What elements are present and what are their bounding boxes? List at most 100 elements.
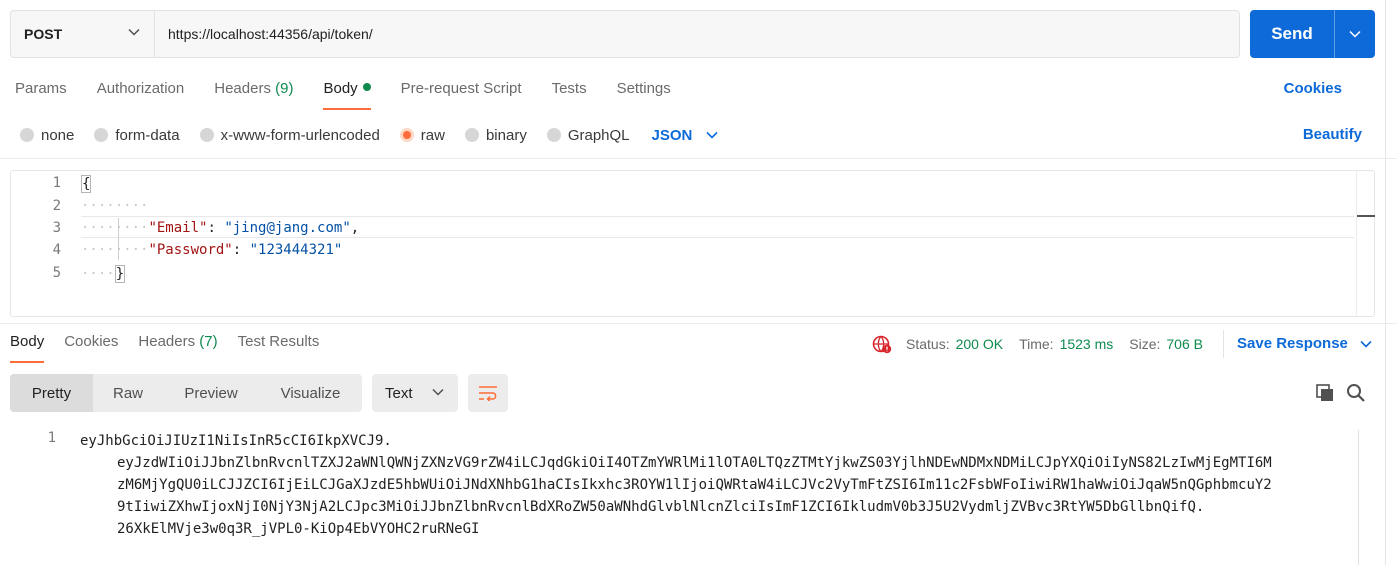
send-label: Send (1271, 24, 1313, 43)
tab-params-label: Params (15, 80, 67, 97)
code-line-4: ········"Password": "123444321" (81, 242, 343, 258)
chevron-down-icon (128, 28, 140, 36)
beautify-button[interactable]: Beautify (1303, 126, 1362, 143)
copy-icon[interactable] (1315, 383, 1335, 403)
cookies-link[interactable]: Cookies (1284, 80, 1342, 97)
tab-authorization[interactable]: Authorization (97, 76, 185, 110)
tab-params[interactable]: Params (15, 76, 67, 110)
tab-response-headers-label: Headers (138, 333, 196, 350)
line-number: 1 (52, 175, 61, 191)
response-view-toggle: Pretty Raw Preview Visualize (10, 374, 362, 412)
chevron-down-icon (706, 131, 718, 139)
chevron-down-icon (1349, 30, 1361, 38)
radio-binary-label: binary (485, 126, 527, 144)
tab-headers[interactable]: Headers (9) (214, 76, 293, 110)
response-line-4: 26XkElMVje3w0q3R_jVPL0-KiOp4EbVYOHC2ruRN… (117, 521, 480, 537)
body-type-options: none form-data x-www-form-urlencoded raw… (20, 124, 718, 146)
radio-graphql[interactable]: GraphQL (546, 127, 630, 144)
view-preview-button[interactable]: Preview (163, 374, 259, 412)
format-select-label: JSON (651, 126, 693, 144)
tab-tests[interactable]: Tests (552, 76, 587, 110)
line-number: 5 (52, 265, 61, 281)
wrap-lines-icon (479, 386, 497, 401)
response-format-select[interactable]: Text (372, 374, 458, 412)
request-url-bar: POST https://localhost:44356/api/token/ (10, 10, 1240, 58)
time-value: 1523 ms (1059, 336, 1114, 352)
code-line-2: ········ (81, 198, 149, 214)
method-label: POST (24, 26, 63, 42)
tab-response-headers[interactable]: Headers (7) (138, 333, 217, 363)
body-indicator-dot (362, 83, 371, 91)
tab-response-body[interactable]: Body (10, 333, 45, 363)
status-value: 200 OK (955, 336, 1004, 352)
open-brace: { (81, 175, 92, 193)
format-select[interactable]: JSON (652, 127, 719, 144)
radio-raw[interactable]: raw (399, 126, 445, 144)
response-line-2: zM6MjYgQU0iLCJJZCI6IjEiLCJGaXJzdE5hbWUiO… (117, 477, 1272, 493)
status-separator (1223, 330, 1224, 358)
method-select[interactable]: POST (11, 11, 155, 57)
radio-circle-selected (399, 128, 414, 142)
radio-urlencoded-label: x-www-form-urlencoded (220, 126, 380, 144)
view-visualize-button[interactable]: Visualize (259, 374, 362, 412)
radio-urlencoded[interactable]: x-www-form-urlencoded (199, 126, 380, 144)
response-format-label: Text (385, 384, 413, 402)
password-value: "123444321" (249, 242, 343, 258)
tab-headers-label: Headers (214, 80, 271, 97)
response-line-3: 9tIiwiZXhwIjoxNjI0NjY3NjA2LCJpc3MiOiJJbn… (117, 499, 1205, 515)
tab-response-cookies[interactable]: Cookies (64, 333, 118, 363)
wrap-lines-button[interactable] (468, 374, 508, 412)
size-label: Size: (1129, 336, 1161, 352)
tab-prerequest-script[interactable]: Pre-request Script (401, 76, 522, 110)
response-line-0: eyJhbGciOiJIUzI1NiIsInR5cCI6IkpXVCJ9. (80, 433, 392, 449)
tab-test-results[interactable]: Test Results (238, 333, 320, 363)
radio-form-data-label: form-data (115, 126, 180, 144)
radio-circle (199, 128, 214, 142)
radio-form-data[interactable]: form-data (94, 126, 180, 144)
response-status: Status: 200 OK Time: 1523 ms Size: 706 B (872, 333, 1219, 355)
search-icon[interactable] (1346, 383, 1366, 403)
tab-body-label: Body (323, 80, 358, 97)
close-brace: } (114, 265, 126, 283)
view-pretty-button[interactable]: Pretty (10, 374, 93, 412)
radio-raw-label: raw (420, 126, 445, 144)
send-options-button[interactable] (1334, 10, 1375, 58)
line-number: 3 (52, 220, 61, 236)
radio-circle (464, 128, 479, 142)
url-input[interactable]: https://localhost:44356/api/token/ (155, 11, 373, 57)
code-line-3: ········"Email": "jing@jang.com", (81, 220, 360, 236)
request-body-editor[interactable]: 1 2 3 4 5 { ········ ········"Email": "j… (10, 170, 1375, 317)
save-response-button[interactable]: Save Response (1237, 335, 1372, 352)
response-line-number: 1 (47, 430, 56, 446)
globe-warning-icon[interactable] (872, 334, 892, 354)
line-number: 4 (52, 242, 61, 258)
headers-count: (9) (275, 80, 294, 97)
tab-prerequest-label: Pre-request Script (400, 80, 522, 97)
line-number: 2 (52, 198, 61, 214)
tab-tests-label: Tests (551, 80, 587, 97)
radio-circle (546, 128, 561, 142)
code-line-5: ····} (81, 265, 126, 283)
password-key: "Password" (148, 242, 233, 258)
radio-none[interactable]: none (20, 127, 74, 144)
size-value: 706 B (1166, 336, 1203, 352)
email-value: "jing@jang.com" (224, 220, 351, 236)
radio-none-label: none (41, 126, 75, 144)
request-tabs: Params Authorization Headers (9) Body Pr… (15, 76, 701, 110)
tab-test-results-label: Test Results (237, 333, 320, 350)
editor-scrollbar[interactable] (1356, 171, 1375, 316)
tab-body[interactable]: Body (323, 76, 371, 110)
radio-binary[interactable]: binary (464, 126, 527, 144)
tab-settings[interactable]: Settings (617, 76, 671, 110)
code-line-1: { (81, 175, 92, 193)
view-raw-button[interactable]: Raw (93, 374, 163, 412)
divider (0, 323, 1397, 324)
tab-authorization-label: Authorization (96, 80, 185, 97)
save-response-label: Save Response (1237, 335, 1348, 352)
chevron-down-icon (432, 388, 444, 396)
send-button[interactable]: Send (1250, 10, 1375, 58)
radio-circle (20, 128, 34, 142)
response-scrollbar[interactable] (1358, 430, 1359, 565)
radio-circle (94, 128, 109, 142)
response-headers-count: (7) (199, 333, 218, 350)
